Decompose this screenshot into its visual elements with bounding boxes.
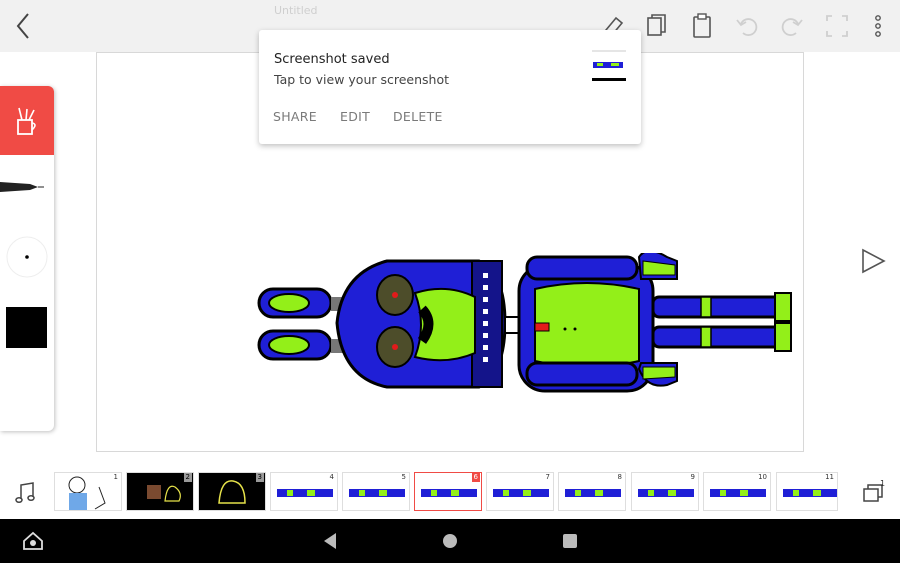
- frame-thumbnail[interactable]: 9: [631, 472, 699, 511]
- frame-thumbnail[interactable]: 10: [703, 472, 771, 511]
- system-nav-bar: [0, 519, 900, 563]
- frame-thumbnail[interactable]: 7: [486, 472, 554, 511]
- pencil-cup-icon: [17, 107, 36, 135]
- fullscreen-icon[interactable]: [824, 12, 850, 40]
- frame-number: 5: [399, 473, 408, 482]
- redo-icon[interactable]: [779, 12, 805, 40]
- frame-number: 9: [688, 473, 697, 482]
- screenshot-toast[interactable]: Screenshot saved Tap to view your screen…: [259, 30, 641, 144]
- frame-thumbnail[interactable]: 11: [776, 472, 838, 511]
- back-triangle-icon[interactable]: [322, 532, 338, 550]
- frame-thumbnail[interactable]: 2: [126, 472, 194, 511]
- toast-subtitle[interactable]: Tap to view your screenshot: [274, 72, 449, 87]
- frame-number: 4: [327, 473, 336, 482]
- frame-filmstrip: 1 2 3 4 5 6 7 8 9 10 11 1: [0, 465, 900, 519]
- play-icon[interactable]: [858, 246, 888, 276]
- home-icon[interactable]: [22, 531, 44, 551]
- robot-drawing: [257, 253, 792, 393]
- frame-thumbnail[interactable]: 3: [198, 472, 266, 511]
- screenshot-thumbnail[interactable]: [591, 48, 627, 84]
- project-title: Untitled: [274, 4, 318, 17]
- toast-title: Screenshot saved: [274, 52, 390, 67]
- frame-number: 6: [471, 473, 480, 482]
- undo-icon[interactable]: [734, 12, 760, 40]
- paste-icon[interactable]: [689, 12, 715, 40]
- edit-button[interactable]: EDIT: [340, 109, 370, 124]
- more-vert-icon[interactable]: [866, 12, 892, 40]
- frame-thumbnail-selected[interactable]: 6: [414, 472, 482, 511]
- home-circle-icon[interactable]: [442, 533, 458, 549]
- layers-count: 1: [880, 479, 886, 488]
- brush-size-icon[interactable]: [4, 234, 50, 280]
- drawing-tools-button[interactable]: [0, 86, 54, 155]
- frame-number: 2: [183, 473, 192, 482]
- frame-thumbnail[interactable]: 5: [342, 472, 410, 511]
- tool-panel: [0, 86, 54, 431]
- frame-number: 1: [111, 473, 120, 482]
- frame-number: 3: [255, 473, 264, 482]
- frame-number: 10: [756, 473, 769, 482]
- frame-thumbnail[interactable]: 4: [270, 472, 338, 511]
- frame-number: 7: [543, 473, 552, 482]
- delete-button[interactable]: DELETE: [393, 109, 443, 124]
- recents-square-icon[interactable]: [562, 533, 578, 549]
- share-button[interactable]: SHARE: [273, 109, 317, 124]
- copy-icon[interactable]: [644, 12, 670, 40]
- back-chevron-icon[interactable]: [10, 10, 38, 42]
- frame-thumbnail[interactable]: 8: [558, 472, 626, 511]
- frame-thumbnail[interactable]: 1: [54, 472, 122, 511]
- frame-number: 11: [823, 473, 836, 482]
- pen-icon[interactable]: [0, 176, 46, 198]
- frame-number: 8: [615, 473, 624, 482]
- color-swatch[interactable]: [6, 307, 47, 348]
- music-note-icon[interactable]: [14, 481, 36, 505]
